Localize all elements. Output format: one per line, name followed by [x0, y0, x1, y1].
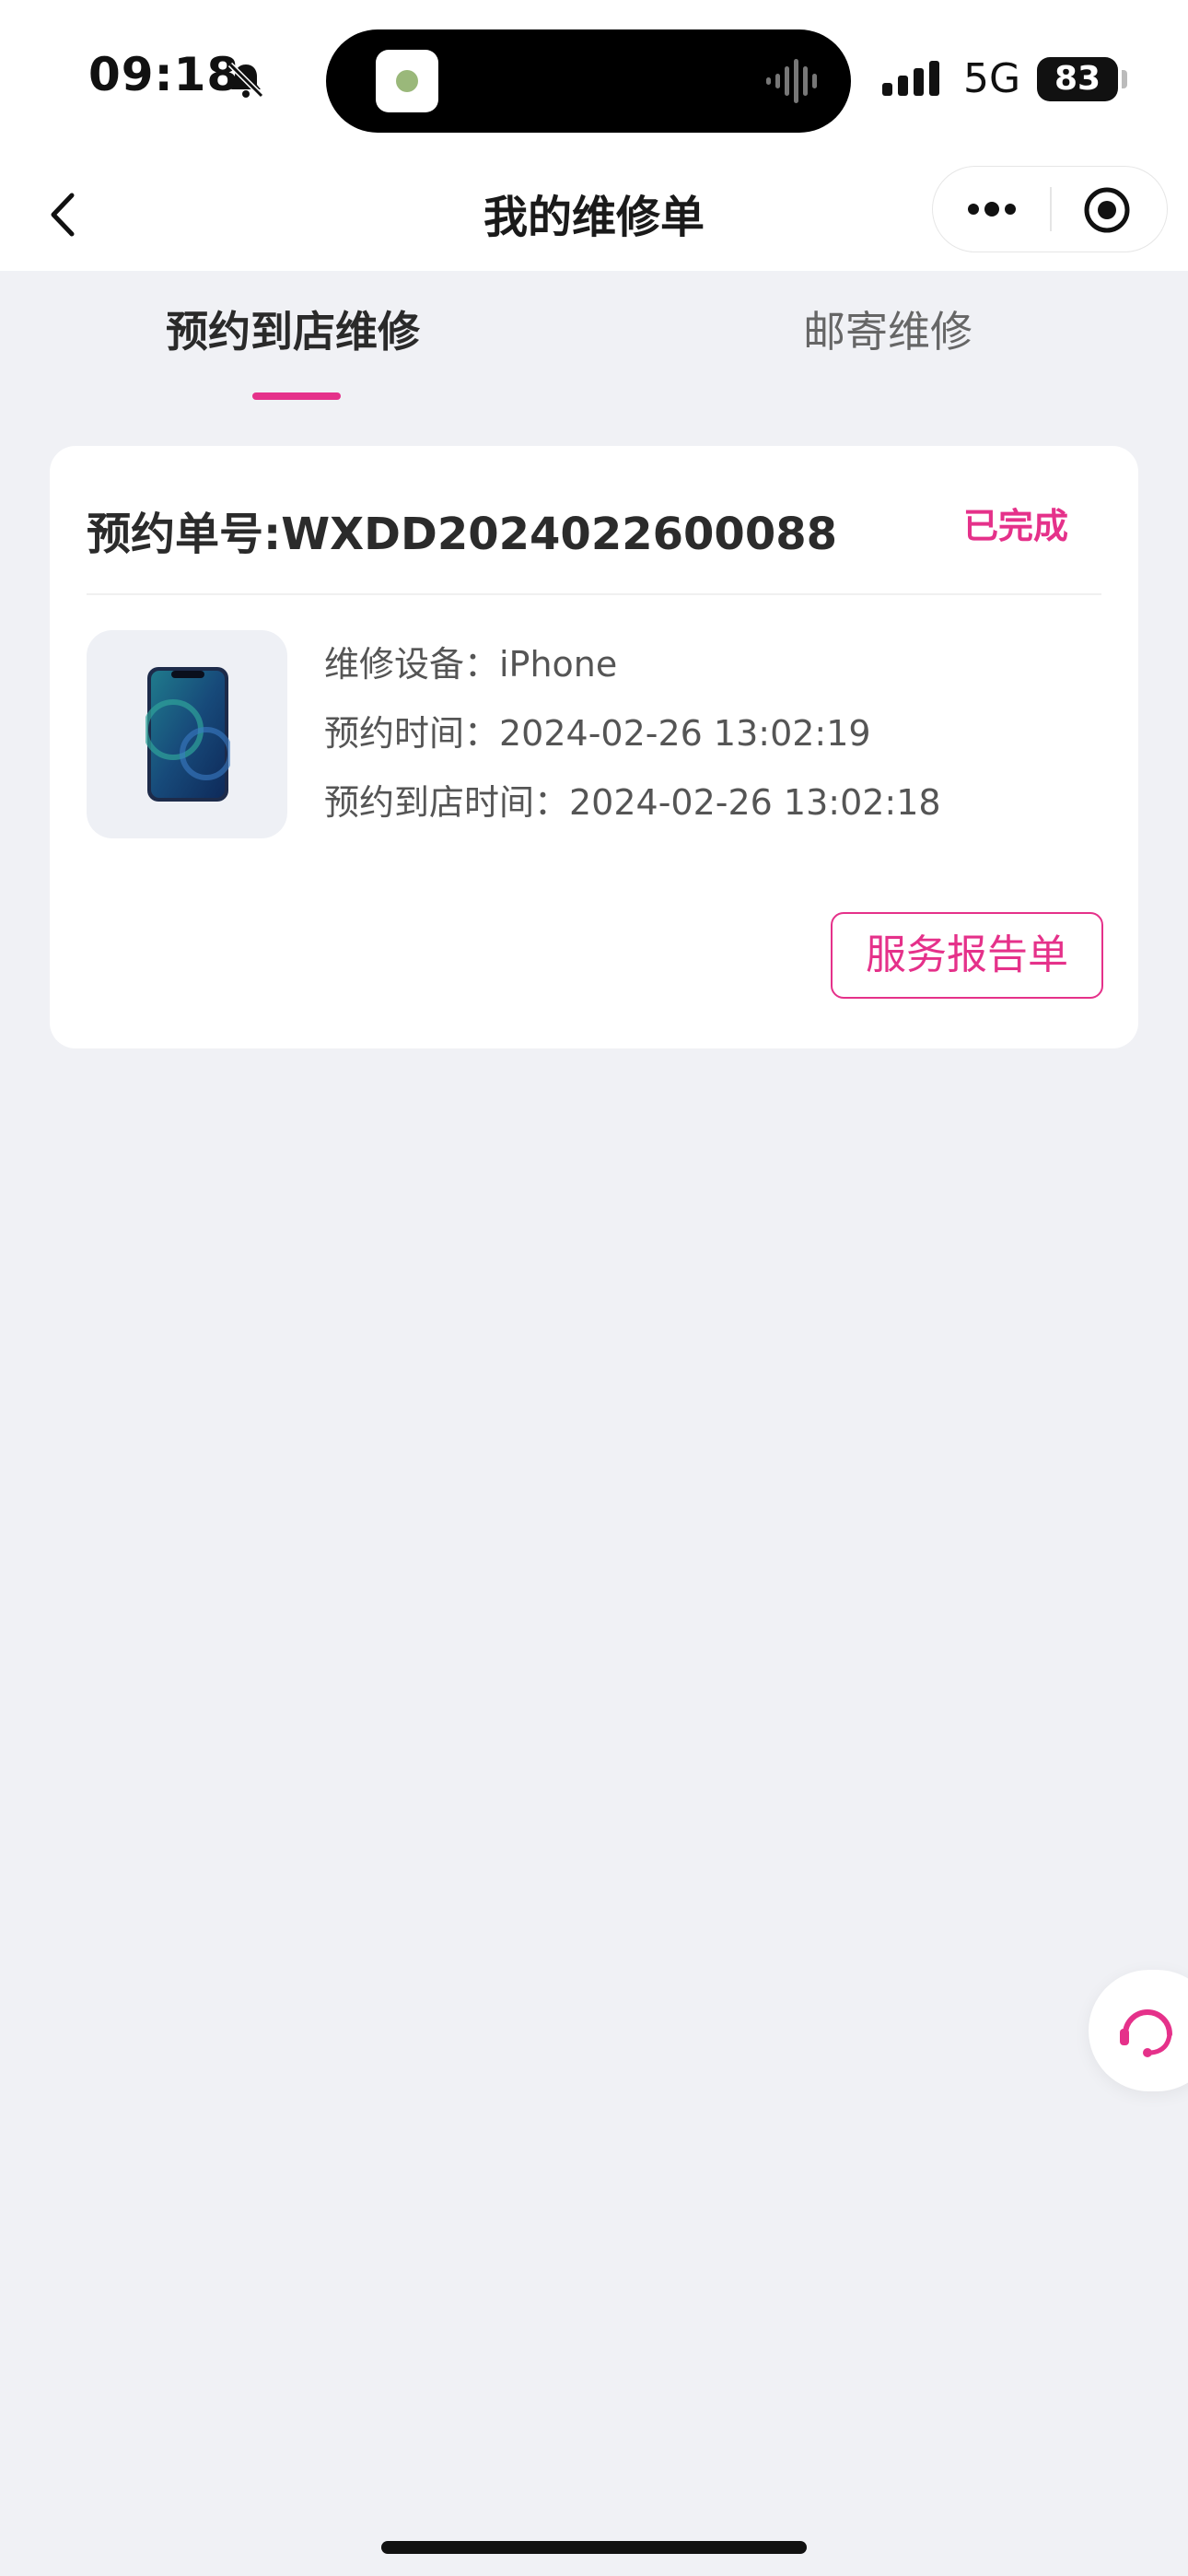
network-type: 5G: [963, 55, 1021, 102]
status-badge: 已完成: [962, 506, 1068, 546]
repair-type-tabs: 预约到店维修 邮寄维修: [0, 271, 1188, 409]
status-time: 09:18: [88, 48, 240, 101]
headset-icon: [1120, 2009, 1172, 2057]
iphone-image: [146, 667, 230, 802]
bell-slash-icon: [227, 62, 264, 99]
battery-tip: [1122, 70, 1127, 88]
tab-store-repair[interactable]: 预约到店维修: [166, 299, 420, 359]
device-detail: 维修设备：iPhone: [324, 644, 618, 685]
store-time-detail: 预约到店时间：2024-02-26 13:02:18: [324, 782, 941, 823]
status-bar: 09:18 5G 83: [0, 0, 1188, 158]
active-tab-indicator: [252, 392, 341, 400]
app-logo-dot: [396, 70, 418, 92]
app-icon: [376, 50, 438, 112]
order-card[interactable]: 预约单号:WXDD2024022600088 已完成 维修设备：iPhone 预…: [50, 446, 1138, 1048]
dynamic-island: [326, 29, 851, 133]
nav-bar: 我的维修单: [0, 158, 1188, 271]
home-indicator[interactable]: [381, 2541, 807, 2554]
customer-service-button[interactable]: [1089, 1970, 1188, 2091]
tab-mail-repair[interactable]: 邮寄维修: [803, 299, 973, 359]
mini-program-capsule: [932, 166, 1168, 252]
target-circle-icon[interactable]: [1082, 185, 1132, 235]
cellular-signal-icon: [882, 61, 939, 96]
booked-time-detail: 预约时间：2024-02-26 13:02:19: [324, 713, 871, 754]
device-thumbnail: [87, 630, 287, 838]
battery-indicator: 83: [1037, 57, 1118, 101]
more-dots-icon[interactable]: [962, 189, 1021, 229]
audio-wave-icon: [766, 59, 817, 103]
card-divider: [87, 593, 1101, 595]
order-number: 预约单号:WXDD2024022600088: [87, 509, 838, 560]
capsule-divider: [1050, 187, 1052, 231]
service-report-button[interactable]: 服务报告单: [831, 912, 1103, 999]
